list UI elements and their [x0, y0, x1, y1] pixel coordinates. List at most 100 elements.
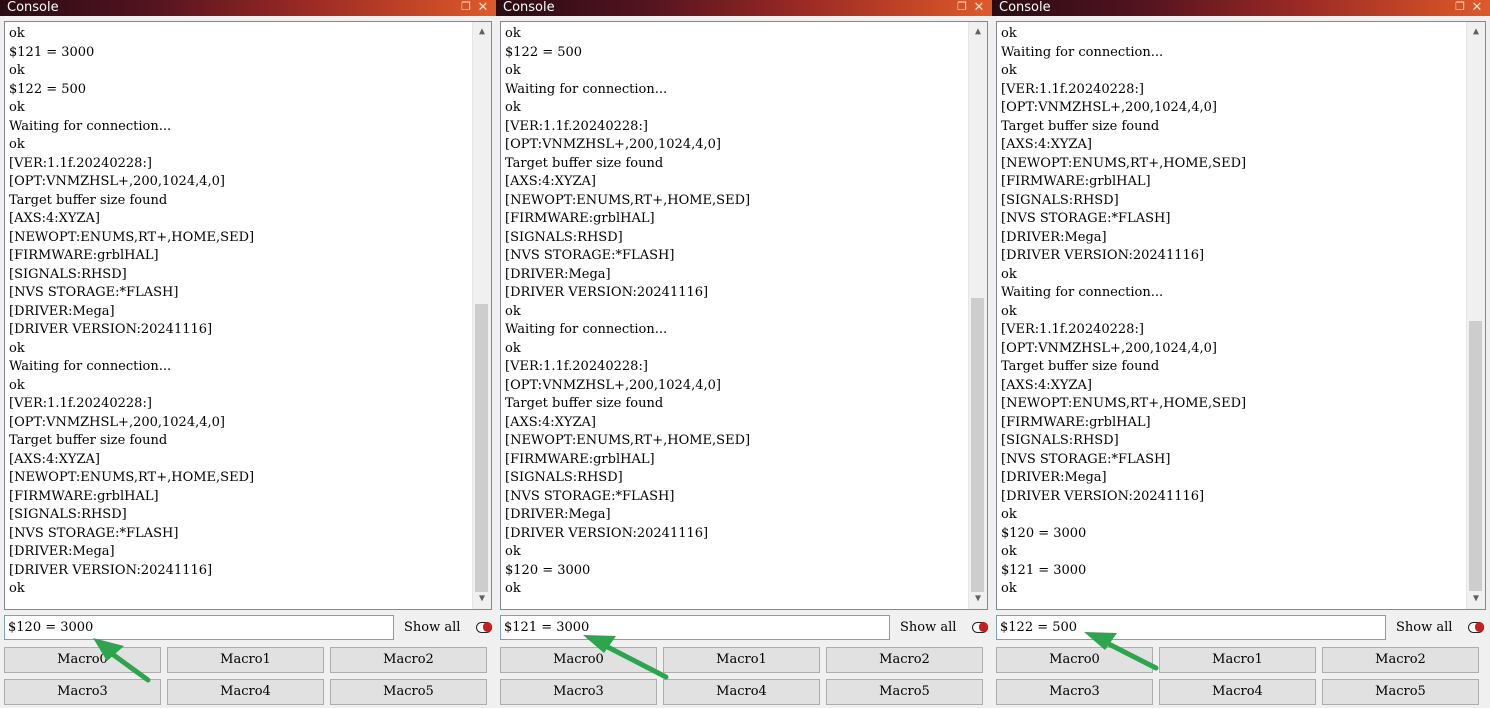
toggle-knob [483, 622, 492, 632]
log-line: ok [1001, 266, 1017, 282]
close-icon[interactable]: ✕ [972, 0, 986, 15]
log-line: [AXS:4:XYZA] [505, 174, 596, 189]
log-line: [VER:1.1f.20240228:] [1001, 81, 1144, 97]
command-input[interactable] [4, 615, 394, 640]
macro-button-4[interactable]: Macro4 [663, 679, 820, 705]
vertical-scrollbar[interactable]: ▲ ▼ [968, 22, 987, 609]
log-line: ok [1001, 544, 1017, 559]
console-title: Console [503, 0, 555, 15]
console-titlebar[interactable]: Console ❐ ✕ [0, 0, 496, 16]
log-line: [NVS STORAGE:*FLASH] [505, 488, 675, 504]
log-line: [AXS:4:XYZA] [9, 451, 100, 467]
console-panel-1: Console ❐ ✕ ok $121 = 3000 ok $122 = 500 ok W… [0, 0, 496, 708]
log-line: [NVS STORAGE:*FLASH] [1001, 211, 1171, 226]
macro-button-2[interactable]: Macro2 [330, 647, 487, 673]
console-titlebar[interactable]: Console ❐ ✕ [992, 0, 1490, 16]
chevron-down-icon[interactable]: ▼ [473, 591, 491, 607]
vertical-scrollbar[interactable]: ▲ ▼ [472, 22, 491, 609]
console-output[interactable]: ok Waiting for connection... ok [VER:1.1f.2… [996, 21, 1486, 610]
log-line: [DRIVER:Mega] [1001, 229, 1107, 245]
macro-button-0[interactable]: Macro0 [4, 647, 161, 673]
log-line: Waiting for connection... [9, 359, 172, 374]
log-line: [NEWOPT:ENUMS,RT+,HOME,SED] [9, 229, 255, 245]
log-line: [FIRMWARE:grblHAL] [1001, 174, 1151, 189]
scrollbar-thumb[interactable] [971, 298, 984, 592]
log-line: Waiting for connection... [9, 118, 172, 134]
log-line: [DRIVER VERSION:20241116] [505, 525, 709, 541]
macro-button-1[interactable]: Macro1 [1159, 647, 1316, 673]
macro-button-5[interactable]: Macro5 [1322, 679, 1479, 705]
console-title: Console [999, 0, 1051, 15]
log-line: [VER:1.1f.20240228:] [505, 359, 648, 374]
console-panel-3: Console ❐ ✕ ok Waiting for connection... o… [992, 0, 1490, 708]
show-all-toggle[interactable] [1468, 622, 1484, 633]
log-line: [SIGNALS:RHSD] [1001, 192, 1119, 208]
show-all-label: Show all [1396, 620, 1453, 635]
macro-button-5[interactable]: Macro5 [826, 679, 983, 705]
float-window-icon[interactable]: ❐ [1454, 1, 1466, 13]
show-all-label: Show all [404, 620, 461, 635]
console-log: ok $121 = 3000 ok $122 = 500 ok Waiting for c… [5, 22, 471, 609]
log-line: $122 = 500 [505, 44, 583, 60]
chevron-up-icon[interactable]: ▲ [1467, 24, 1485, 40]
macro-button-5[interactable]: Macro5 [330, 679, 487, 705]
console-titlebar[interactable]: Console ❐ ✕ [496, 0, 992, 16]
macro-button-1[interactable]: Macro1 [663, 647, 820, 673]
close-icon[interactable]: ✕ [1470, 0, 1484, 15]
toggle-knob [1475, 622, 1484, 632]
log-line: [AXS:4:XYZA] [1001, 137, 1092, 152]
log-line: ok [505, 63, 521, 78]
log-line: [FIRMWARE:grblHAL] [9, 248, 159, 263]
log-line: [NEWOPT:ENUMS,RT+,HOME,SED] [1001, 396, 1247, 411]
macro-button-3[interactable]: Macro3 [996, 679, 1153, 705]
macro-button-0[interactable]: Macro0 [996, 647, 1153, 673]
show-all-toggle[interactable] [476, 622, 492, 633]
vertical-scrollbar[interactable]: ▲ ▼ [1466, 22, 1485, 609]
log-line: [DRIVER VERSION:20241116] [1001, 488, 1205, 504]
float-window-icon[interactable]: ❐ [460, 1, 472, 13]
log-line: Target buffer size found [1001, 118, 1160, 134]
log-line: ok [9, 63, 25, 78]
macro-button-4[interactable]: Macro4 [1159, 679, 1316, 705]
macro-button-4[interactable]: Macro4 [167, 679, 324, 705]
log-line: [FIRMWARE:grblHAL] [1001, 414, 1151, 430]
console-output[interactable]: ok $122 = 500 ok Waiting for connection... o… [500, 21, 988, 610]
log-line: [AXS:4:XYZA] [505, 414, 596, 430]
chevron-up-icon[interactable]: ▲ [473, 24, 491, 40]
log-line: [DRIVER:Mega] [1001, 470, 1107, 485]
log-line: [OPT:VNMZHSL+,200,1024,4,0] [1001, 340, 1217, 356]
chevron-up-icon[interactable]: ▲ [969, 24, 987, 40]
scrollbar-thumb[interactable] [1469, 321, 1482, 591]
log-line: [DRIVER VERSION:20241116] [9, 562, 213, 578]
log-line: ok [1001, 581, 1017, 596]
log-line: [SIGNALS:RHSD] [9, 266, 127, 282]
log-line: ok [9, 137, 25, 152]
command-input[interactable] [996, 615, 1386, 640]
scrollbar-thumb[interactable] [475, 304, 488, 592]
log-line: Target buffer size found [505, 396, 664, 411]
log-line: ok [9, 581, 25, 596]
show-all-toggle[interactable] [972, 622, 988, 633]
log-line: [OPT:VNMZHSL+,200,1024,4,0] [9, 414, 225, 430]
log-line: ok [505, 340, 521, 356]
macro-button-1[interactable]: Macro1 [167, 647, 324, 673]
command-input[interactable] [500, 615, 890, 640]
log-line: ok [1001, 26, 1017, 41]
log-line: [SIGNALS:RHSD] [505, 470, 623, 485]
log-line: [NEWOPT:ENUMS,RT+,HOME,SED] [505, 433, 751, 448]
chevron-down-icon[interactable]: ▼ [969, 591, 987, 607]
macro-button-3[interactable]: Macro3 [4, 679, 161, 705]
log-line: [DRIVER VERSION:20241116] [9, 322, 213, 337]
macro-button-2[interactable]: Macro2 [1322, 647, 1479, 673]
macro-button-0[interactable]: Macro0 [500, 647, 657, 673]
console-output[interactable]: ok $121 = 3000 ok $122 = 500 ok Waiting for c… [4, 21, 492, 610]
macro-button-2[interactable]: Macro2 [826, 647, 983, 673]
log-line: $122 = 500 [9, 81, 87, 97]
log-line: [NEWOPT:ENUMS,RT+,HOME,SED] [505, 192, 751, 208]
close-icon[interactable]: ✕ [476, 0, 490, 15]
chevron-down-icon[interactable]: ▼ [1467, 591, 1485, 607]
log-line: [DRIVER:Mega] [505, 507, 611, 522]
console-log: ok Waiting for connection... ok [VER:1.1f.2… [997, 22, 1465, 609]
float-window-icon[interactable]: ❐ [956, 1, 968, 13]
macro-button-3[interactable]: Macro3 [500, 679, 657, 705]
